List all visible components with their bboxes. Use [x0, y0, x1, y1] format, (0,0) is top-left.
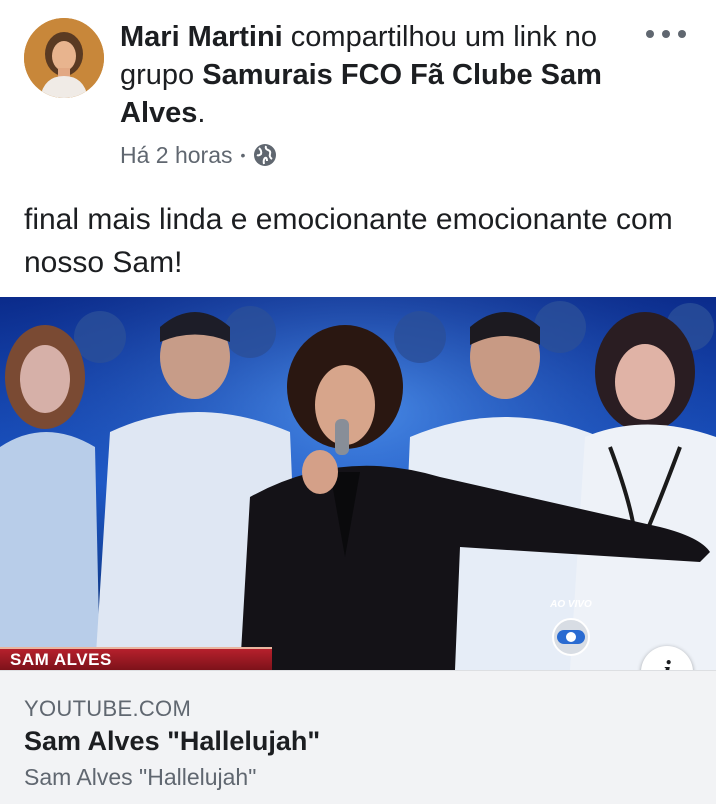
- link-title[interactable]: Sam Alves "Hallelujah": [24, 726, 320, 757]
- broadcaster-badge: AO VIVO: [548, 599, 594, 661]
- lower-third-caption: SAM ALVES: [0, 647, 272, 670]
- lower-third-text: SAM ALVES: [10, 650, 112, 669]
- avatar-photo: [24, 18, 104, 98]
- more-dot: [678, 30, 686, 38]
- link-preview-card[interactable]: YOUTUBE.COM Sam Alves "Hallelujah" Sam A…: [0, 670, 716, 804]
- post-timestamp[interactable]: Há 2 horas: [120, 142, 233, 169]
- author-avatar[interactable]: [24, 18, 104, 98]
- header-period: .: [197, 97, 206, 129]
- globe-icon[interactable]: [253, 143, 277, 167]
- post-header: Mari Martini compartilhou um link no gru…: [0, 0, 716, 180]
- more-options-icon[interactable]: [646, 20, 686, 48]
- post-message: final mais linda e emocionante emocionan…: [24, 203, 673, 279]
- live-label: AO VIVO: [550, 599, 592, 610]
- more-dot: [662, 30, 670, 38]
- link-description: Sam Alves "Hallelujah": [24, 764, 257, 790]
- post-header-text: Mari Martini compartilhou um link no gru…: [120, 18, 640, 132]
- more-dot: [646, 30, 654, 38]
- video-thumbnail[interactable]: SAM ALVES AO VIVO: [0, 297, 716, 670]
- globo-logo-icon: [552, 618, 590, 656]
- post-meta: Há 2 horas •: [120, 139, 277, 171]
- stage-scene: [0, 297, 716, 670]
- link-domain: YOUTUBE.COM: [24, 696, 192, 721]
- meta-separator: •: [240, 147, 246, 163]
- author-name[interactable]: Mari Martini: [120, 21, 283, 53]
